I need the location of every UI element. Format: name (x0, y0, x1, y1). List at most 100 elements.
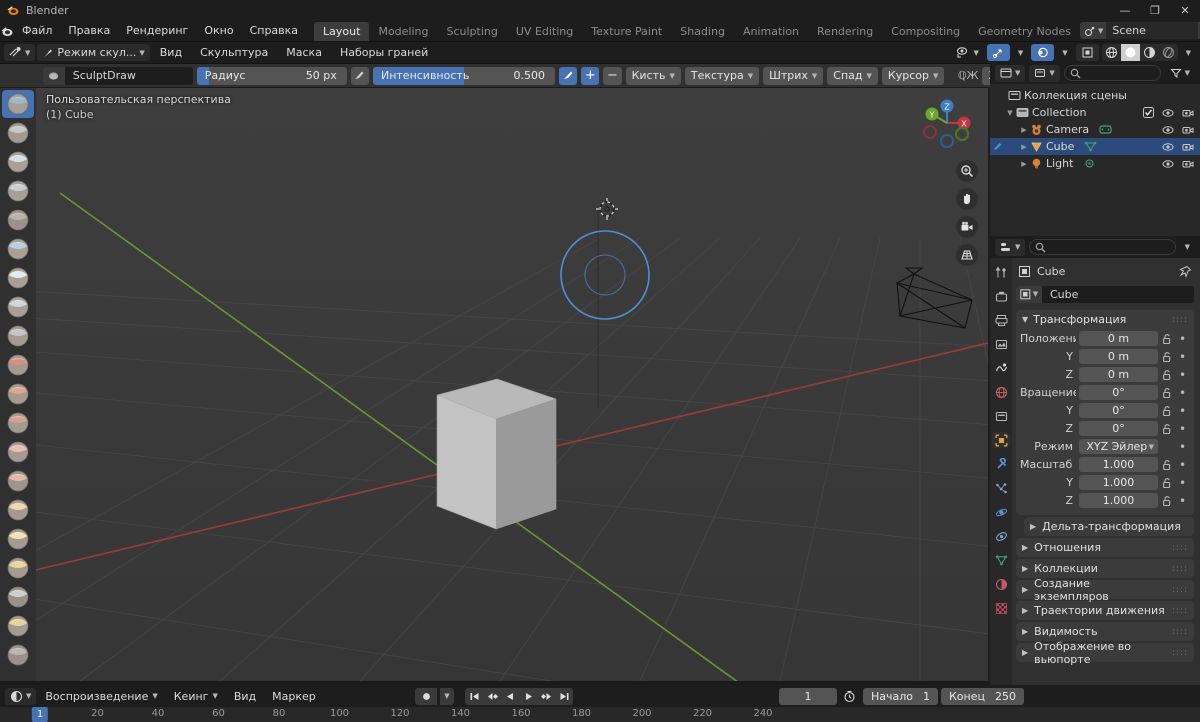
tool-blob[interactable] (2, 293, 34, 321)
scene-selector[interactable]: ▼ Scene (1079, 22, 1200, 39)
shading-material-preview-button[interactable] (1140, 44, 1159, 61)
camera-view-icon[interactable] (956, 216, 978, 238)
brush-selector[interactable]: SculptDraw (42, 66, 193, 85)
frame-start-field[interactable]: Начало 1 (862, 687, 938, 705)
scale-z-animate-button[interactable]: • (1177, 494, 1188, 508)
outliner-row-camera[interactable]: ▶ Camera (990, 121, 1200, 138)
visibility-dropdown[interactable]: ▼ (951, 44, 983, 61)
snapping-dropdown[interactable]: ▼ (1013, 44, 1028, 61)
outliner-row-коллекция-сцены[interactable]: Коллекция сцены (990, 87, 1200, 104)
outliner-row-light[interactable]: ▶ Light (990, 155, 1200, 172)
disable-in-render-icon[interactable] (1182, 107, 1194, 119)
properties-editor-type-button[interactable]: ▼ (995, 238, 1026, 256)
physics-tab[interactable] (992, 504, 1010, 520)
tool-grab[interactable] (2, 525, 34, 553)
shading-dropdown[interactable]: ▼ (1181, 44, 1196, 61)
tab-shading[interactable]: Shading (671, 22, 734, 41)
expand-triangle-icon[interactable]: ▼ (1004, 109, 1016, 117)
tool-smooth[interactable] (2, 351, 34, 379)
render-tab[interactable] (992, 288, 1010, 304)
scale-y-lock-icon[interactable] (1161, 477, 1174, 489)
world-tab[interactable] (992, 384, 1010, 400)
brush-direction-add-button[interactable]: + (581, 66, 600, 85)
scale-x-animate-button[interactable]: • (1177, 458, 1188, 472)
tool-tab[interactable] (992, 264, 1010, 280)
tool-clay-strips[interactable] (2, 177, 34, 205)
location-z-field[interactable]: 0 m (1079, 367, 1158, 382)
menu-help[interactable]: Справка (242, 20, 306, 41)
outliner-filter-button[interactable]: ▼ (1165, 65, 1195, 82)
disable-in-render-icon[interactable] (1182, 141, 1194, 153)
light-data-sub-icon[interactable] (1083, 158, 1096, 169)
brush-direction-subtract-button[interactable]: − (603, 66, 622, 85)
view-layer-tab[interactable] (992, 336, 1010, 352)
next-keyframe-button[interactable] (537, 687, 555, 705)
jump-to-start-button[interactable] (465, 687, 483, 705)
location-y-lock-icon[interactable] (1161, 351, 1174, 363)
tool-scrape[interactable] (2, 438, 34, 466)
menu-face-sets[interactable]: Наборы граней (332, 42, 436, 64)
menu-playback[interactable]: Воспроизведение ▼ (38, 685, 164, 707)
tool-pose[interactable] (2, 641, 34, 669)
panel-видимость[interactable]: ▶ Видимость:::: (1016, 622, 1194, 641)
object-id-row[interactable]: ▼ Cube (1016, 284, 1194, 304)
rotation-x-lock-icon[interactable] (1161, 387, 1174, 399)
menu-file[interactable]: Файл (14, 20, 60, 41)
timeline-playhead[interactable]: 1 (31, 707, 49, 722)
minimize-button[interactable]: — (1110, 0, 1140, 20)
properties-options-button[interactable]: ▼ (1180, 239, 1195, 256)
outliner-editor-type-button[interactable]: ▼ (995, 64, 1026, 82)
tab-layout[interactable]: Layout (314, 22, 370, 41)
mesh-data-sub-icon[interactable] (1084, 141, 1097, 152)
menu-edit[interactable]: Правка (60, 20, 118, 41)
brush-name[interactable]: SculptDraw (65, 69, 144, 82)
collection-tab[interactable] (992, 408, 1010, 424)
scale-z-field[interactable]: 1.000 (1079, 493, 1158, 508)
menu-timeline-view[interactable]: Вид (227, 685, 263, 707)
scene-tab[interactable] (992, 360, 1010, 376)
tool-pinch[interactable] (2, 496, 34, 524)
use-preview-range-icon[interactable] (840, 688, 860, 705)
auto-keying-dropdown[interactable]: ▼ (440, 687, 454, 705)
expand-triangle-icon[interactable]: ▶ (1018, 126, 1030, 134)
menu-mask[interactable]: Маска (278, 42, 330, 64)
outliner-search-input[interactable] (1063, 65, 1161, 81)
hide-in-viewport-icon[interactable] (1162, 107, 1174, 119)
camera-data-sub-icon[interactable] (1099, 124, 1112, 135)
tool-crease[interactable] (2, 322, 34, 350)
pin-icon[interactable] (1179, 265, 1192, 278)
toggle-perspective-icon[interactable] (956, 244, 978, 266)
disable-in-render-icon[interactable] (1182, 124, 1194, 136)
delta-transform-panel[interactable]: ▶ Дельта-трансформация (1024, 517, 1194, 536)
tool-clay[interactable] (2, 148, 34, 176)
tool-flatten[interactable] (2, 380, 34, 408)
tab-texture-paint[interactable]: Texture Paint (582, 22, 671, 41)
scale-z-lock-icon[interactable] (1161, 495, 1174, 507)
close-button[interactable]: ✕ (1170, 0, 1200, 20)
brush-dropdown[interactable]: Кисть ▼ (625, 66, 681, 85)
viewport-3d[interactable]: Пользовательская перспектива (1) Cube X … (0, 88, 988, 681)
rotation-y-animate-button[interactable]: • (1177, 404, 1188, 418)
tab-uv-editing[interactable]: UV Editing (507, 22, 582, 41)
tool-clay-thumb[interactable] (2, 206, 34, 234)
rotation-y-lock-icon[interactable] (1161, 405, 1174, 417)
editor-type-button[interactable]: ▼ (4, 44, 36, 61)
pan-hand-icon[interactable] (956, 188, 978, 210)
transform-panel-header[interactable]: ▼ Трансформация :::: (1016, 310, 1194, 329)
play-reverse-button[interactable] (501, 687, 519, 705)
previous-keyframe-button[interactable] (483, 687, 501, 705)
rotation-z-animate-button[interactable]: • (1177, 422, 1188, 436)
radius-pressure-toggle[interactable] (350, 66, 369, 85)
outliner-row-collection[interactable]: ▼ Collection (990, 104, 1200, 121)
tool-thumb[interactable] (2, 612, 34, 640)
data-tab[interactable] (992, 552, 1010, 568)
rotation-z-field[interactable]: 0° (1079, 421, 1158, 436)
auto-keying-button[interactable] (415, 687, 437, 705)
maximize-button[interactable]: ❐ (1140, 0, 1170, 20)
snapping-toggle[interactable] (986, 44, 1010, 61)
tool-inflate[interactable] (2, 264, 34, 292)
scene-icon[interactable]: ▼ (1079, 22, 1107, 39)
tool-multiplane-scrape[interactable] (2, 467, 34, 495)
collection-checkbox[interactable] (1143, 107, 1154, 118)
falloff-dropdown[interactable]: Спад ▼ (827, 66, 878, 85)
